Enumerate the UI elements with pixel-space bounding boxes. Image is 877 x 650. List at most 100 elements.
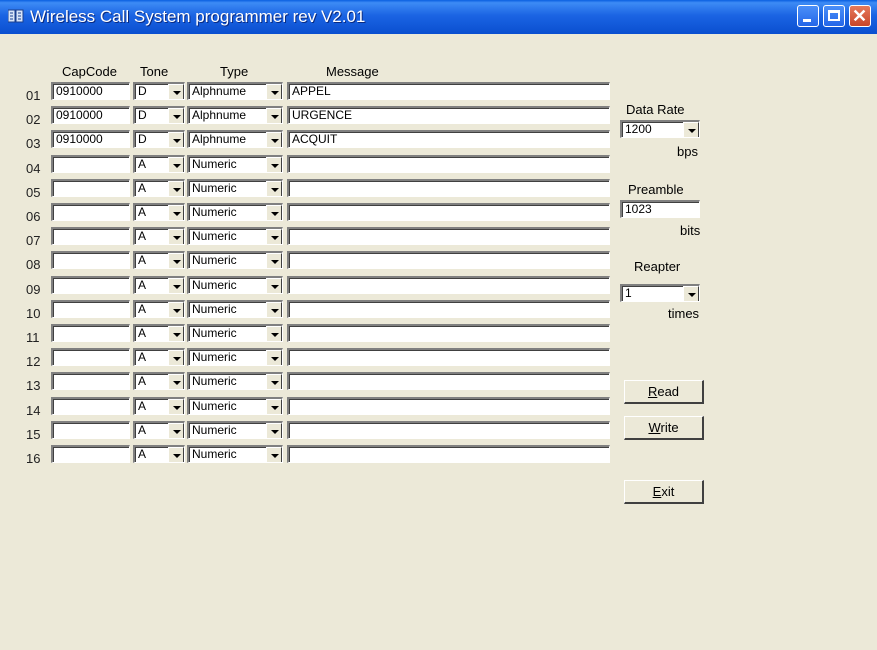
message-input[interactable]: URGENCE [287, 106, 610, 124]
type-select[interactable]: Numeric [187, 179, 283, 197]
message-input[interactable] [287, 179, 610, 197]
chevron-down-icon[interactable] [266, 302, 282, 317]
message-input[interactable] [287, 324, 610, 342]
capcode-input[interactable] [51, 300, 130, 318]
message-input[interactable] [287, 348, 610, 366]
capcode-input[interactable]: 0910000 [51, 130, 130, 148]
tone-select[interactable]: A [133, 276, 185, 294]
message-input[interactable] [287, 421, 610, 439]
type-select[interactable]: Numeric [187, 251, 283, 269]
chevron-down-icon[interactable] [266, 108, 282, 123]
type-select[interactable]: Alphnume [187, 82, 283, 100]
tone-select[interactable]: D [133, 130, 185, 148]
chevron-down-icon[interactable] [266, 423, 282, 438]
capcode-input[interactable] [51, 421, 130, 439]
message-input[interactable]: APPEL [287, 82, 610, 100]
read-button[interactable]: Read [624, 380, 704, 404]
tone-select[interactable]: D [133, 82, 185, 100]
message-input[interactable] [287, 445, 610, 463]
tone-select[interactable]: A [133, 372, 185, 390]
type-select[interactable]: Numeric [187, 445, 283, 463]
capcode-input[interactable] [51, 397, 130, 415]
capcode-input[interactable] [51, 155, 130, 173]
chevron-down-icon[interactable] [168, 374, 184, 389]
chevron-down-icon[interactable] [168, 350, 184, 365]
minimize-button[interactable] [797, 5, 819, 27]
message-input[interactable]: ACQUIT [287, 130, 610, 148]
message-input[interactable] [287, 203, 610, 221]
chevron-down-icon[interactable] [168, 278, 184, 293]
capcode-input[interactable] [51, 324, 130, 342]
chevron-down-icon[interactable] [266, 253, 282, 268]
data-rate-select[interactable]: 1200 [620, 120, 700, 138]
close-button[interactable]: ✕ [849, 5, 871, 27]
type-select[interactable]: Numeric [187, 372, 283, 390]
chevron-down-icon[interactable] [683, 286, 699, 301]
capcode-input[interactable] [51, 445, 130, 463]
write-button[interactable]: Write [624, 416, 704, 440]
chevron-down-icon[interactable] [168, 302, 184, 317]
type-select[interactable]: Numeric [187, 324, 283, 342]
chevron-down-icon[interactable] [168, 108, 184, 123]
type-select[interactable]: Numeric [187, 348, 283, 366]
capcode-input[interactable] [51, 203, 130, 221]
capcode-input[interactable] [51, 251, 130, 269]
tone-select[interactable]: A [133, 348, 185, 366]
capcode-input[interactable] [51, 227, 130, 245]
type-select[interactable]: Numeric [187, 203, 283, 221]
tone-select[interactable]: A [133, 179, 185, 197]
chevron-down-icon[interactable] [266, 350, 282, 365]
capcode-input[interactable] [51, 372, 130, 390]
capcode-input[interactable] [51, 179, 130, 197]
message-input[interactable] [287, 227, 610, 245]
message-input[interactable] [287, 155, 610, 173]
tone-select[interactable]: A [133, 300, 185, 318]
maximize-button[interactable] [823, 5, 845, 27]
type-select[interactable]: Numeric [187, 300, 283, 318]
tone-select[interactable]: D [133, 106, 185, 124]
chevron-down-icon[interactable] [168, 229, 184, 244]
tone-select[interactable]: A [133, 251, 185, 269]
chevron-down-icon[interactable] [266, 278, 282, 293]
tone-select[interactable]: A [133, 324, 185, 342]
preamble-input[interactable]: 1023 [620, 200, 700, 218]
tone-select[interactable]: A [133, 397, 185, 415]
message-input[interactable] [287, 276, 610, 294]
exit-button[interactable]: Exit [624, 480, 704, 504]
chevron-down-icon[interactable] [168, 157, 184, 172]
type-select[interactable]: Alphnume [187, 130, 283, 148]
type-select[interactable]: Alphnume [187, 106, 283, 124]
tone-select[interactable]: A [133, 421, 185, 439]
chevron-down-icon[interactable] [266, 132, 282, 147]
chevron-down-icon[interactable] [168, 181, 184, 196]
chevron-down-icon[interactable] [168, 447, 184, 462]
chevron-down-icon[interactable] [168, 84, 184, 99]
chevron-down-icon[interactable] [266, 205, 282, 220]
chevron-down-icon[interactable] [266, 399, 282, 414]
chevron-down-icon[interactable] [266, 229, 282, 244]
capcode-input[interactable]: 0910000 [51, 82, 130, 100]
message-input[interactable] [287, 300, 610, 318]
capcode-input[interactable]: 0910000 [51, 106, 130, 124]
chevron-down-icon[interactable] [683, 122, 699, 137]
chevron-down-icon[interactable] [266, 157, 282, 172]
type-select[interactable]: Numeric [187, 421, 283, 439]
chevron-down-icon[interactable] [168, 253, 184, 268]
capcode-input[interactable] [51, 276, 130, 294]
chevron-down-icon[interactable] [266, 447, 282, 462]
tone-select[interactable]: A [133, 155, 185, 173]
capcode-input[interactable] [51, 348, 130, 366]
type-select[interactable]: Numeric [187, 397, 283, 415]
chevron-down-icon[interactable] [266, 326, 282, 341]
chevron-down-icon[interactable] [266, 84, 282, 99]
type-select[interactable]: Numeric [187, 155, 283, 173]
chevron-down-icon[interactable] [168, 399, 184, 414]
chevron-down-icon[interactable] [168, 132, 184, 147]
message-input[interactable] [287, 251, 610, 269]
chevron-down-icon[interactable] [168, 326, 184, 341]
repeater-select[interactable]: 1 [620, 284, 700, 302]
tone-select[interactable]: A [133, 445, 185, 463]
tone-select[interactable]: A [133, 227, 185, 245]
type-select[interactable]: Numeric [187, 227, 283, 245]
message-input[interactable] [287, 397, 610, 415]
